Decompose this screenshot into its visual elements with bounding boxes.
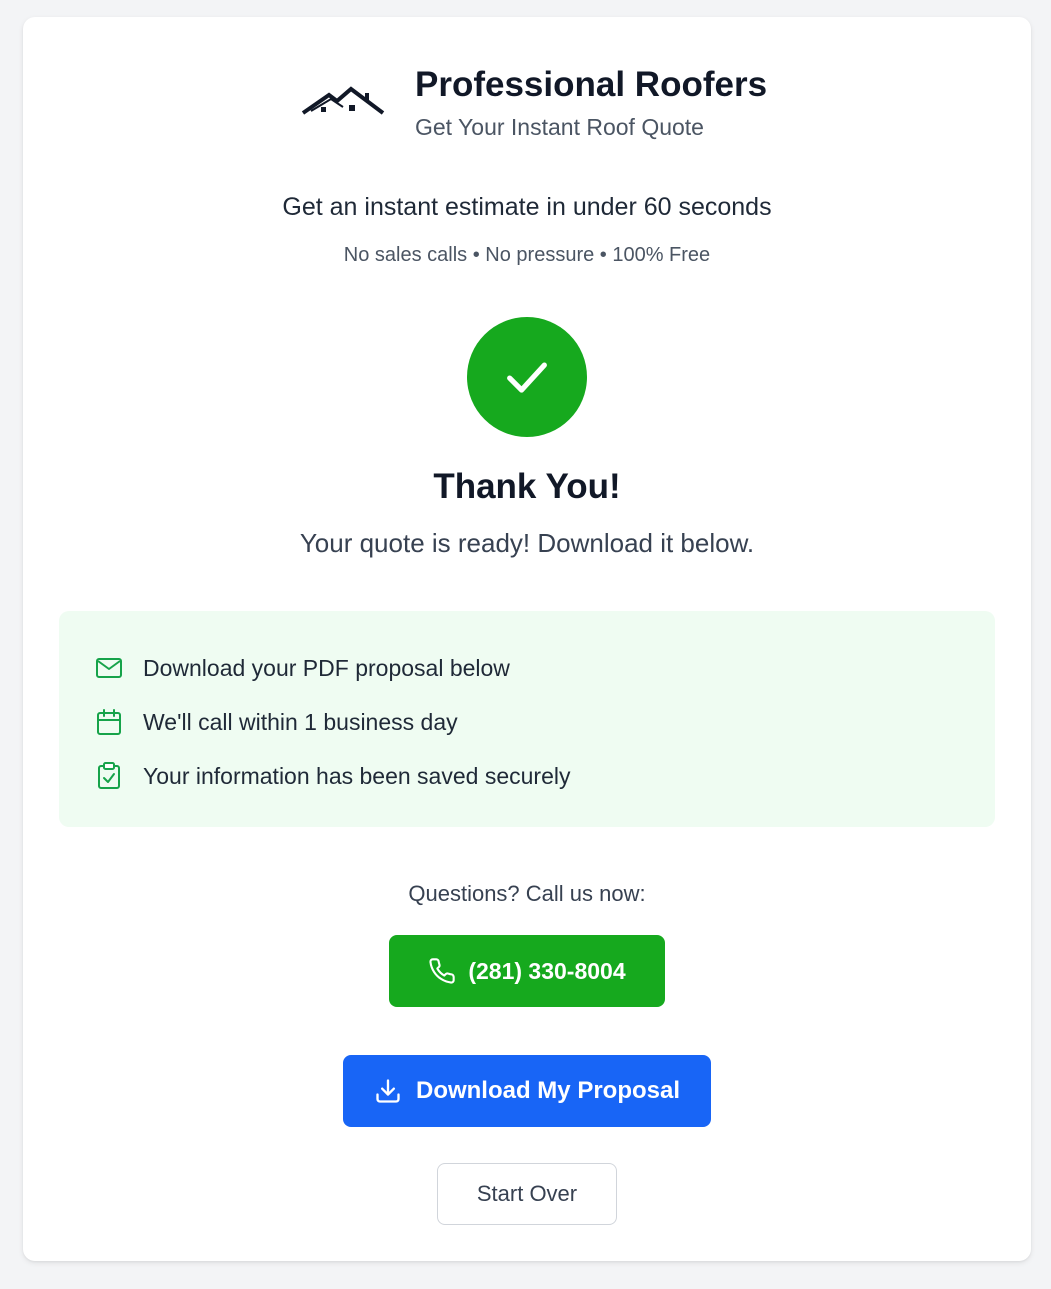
mail-icon <box>95 654 123 682</box>
start-over-button[interactable]: Start Over <box>437 1163 617 1225</box>
quote-ready-message: Your quote is ready! Download it below. <box>299 528 755 558</box>
info-item-call: We'll call within 1 business day <box>95 707 458 737</box>
info-item-download: Download your PDF proposal below <box>95 653 510 683</box>
next-steps-panel: Download your PDF proposal below We'll c… <box>59 611 995 827</box>
hero-tagline: Get an instant estimate in under 60 seco… <box>282 193 772 221</box>
info-item-label: Download your PDF proposal below <box>143 654 510 681</box>
thank-you-heading: Thank You! <box>433 467 621 506</box>
house-roof-icon <box>301 86 385 115</box>
info-item-label: We'll call within 1 business day <box>143 708 458 735</box>
download-label: Download My Proposal <box>415 1077 681 1104</box>
clipboard-check-icon <box>95 762 123 790</box>
call-prompt: Questions? Call us now: <box>408 881 646 906</box>
calendar-icon <box>95 708 123 736</box>
phone-icon <box>428 957 456 985</box>
info-item-label: Your information has been saved securely <box>143 762 571 789</box>
info-item-saved: Your information has been saved securely <box>95 761 570 791</box>
hero-subtag: No sales calls • No pressure • 100% Free <box>343 244 711 266</box>
success-badge <box>467 317 587 437</box>
quote-card: Professional Roofers Get Your Instant Ro… <box>23 17 1031 1261</box>
brand-subtitle: Get Your Instant Roof Quote <box>415 114 704 140</box>
call-phone-button[interactable]: (281) 330-8004 <box>389 935 665 1007</box>
download-proposal-button[interactable]: Download My Proposal <box>343 1055 711 1127</box>
download-icon <box>374 1077 402 1105</box>
checkmark-icon <box>507 362 547 393</box>
phone-number-label: (281) 330-8004 <box>468 957 626 984</box>
brand-title: Professional Roofers <box>415 65 768 104</box>
